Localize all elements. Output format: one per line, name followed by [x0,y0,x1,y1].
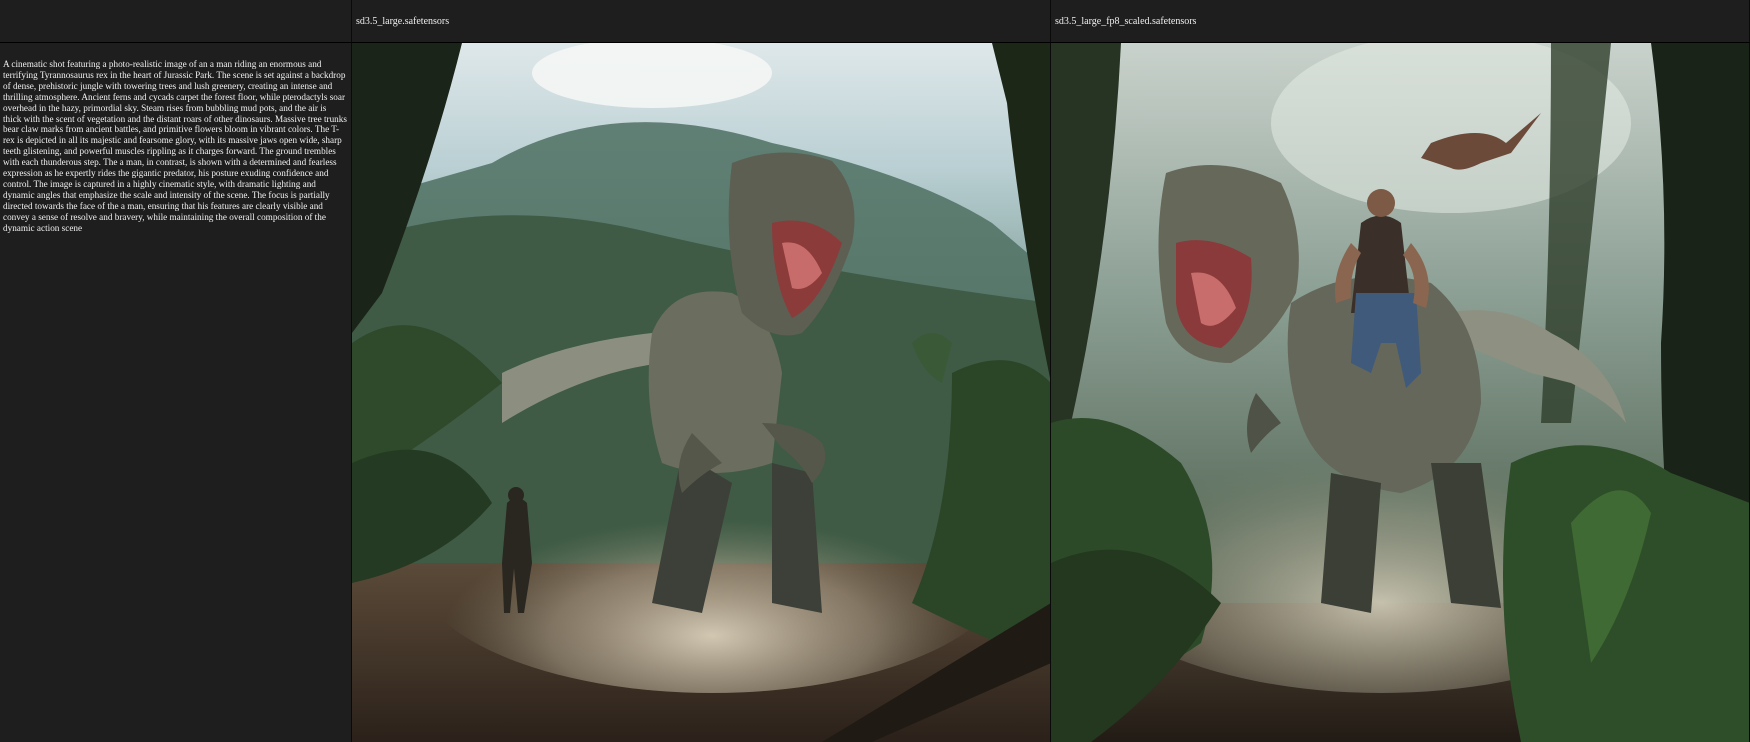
column-header-1: sd3.5_large.safetensors [352,0,1051,43]
prompt-text: A cinematic shot featuring a photo-reali… [0,43,352,742]
trex-scene-image-1 [352,43,1050,742]
trex-scene-image-2 [1051,43,1749,742]
comparison-grid: sd3.5_large.safetensors sd3.5_large_fp8_… [0,0,1750,742]
generated-image-1[interactable] [352,43,1051,742]
grid-corner [0,0,352,43]
column-header-2: sd3.5_large_fp8_scaled.safetensors [1051,0,1750,43]
generated-image-2[interactable] [1051,43,1750,742]
